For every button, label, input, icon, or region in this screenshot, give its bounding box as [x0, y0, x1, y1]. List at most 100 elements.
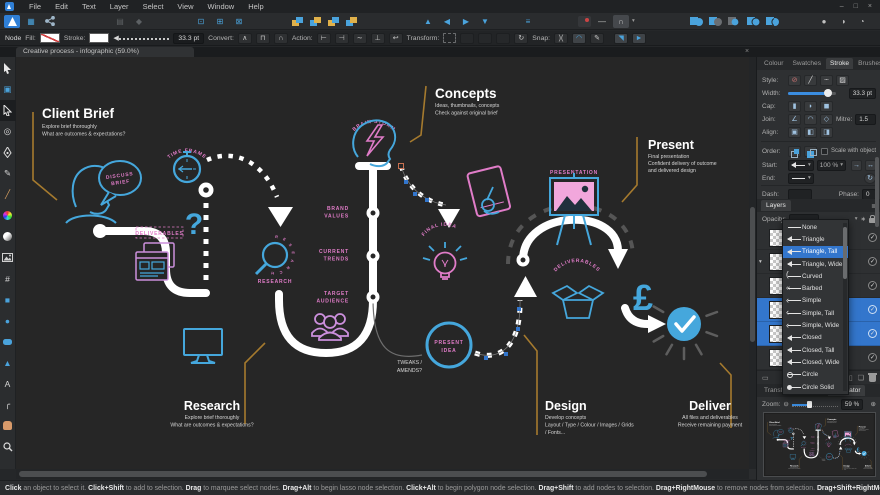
scale-with-object-checkbox[interactable]	[820, 147, 828, 155]
edit-all-layers-icon[interactable]: ▭	[762, 374, 769, 382]
cycle-selection-box-button[interactable]: ⊠	[231, 15, 247, 28]
align-inside-button[interactable]: ◧	[804, 126, 817, 138]
line-ending-option[interactable]: Circle	[783, 369, 848, 381]
line-ending-option[interactable]: Closed	[783, 332, 848, 344]
convert-smart-button[interactable]: ∩	[273, 32, 288, 44]
panel-tab[interactable]: Stroke	[826, 58, 854, 69]
canvas[interactable]: DISCUSS BRIEF ? DELIVERABLES TIME FRAME …	[16, 57, 749, 469]
action-smooth-curve-button[interactable]: ∼	[352, 32, 367, 44]
stroke-swatch[interactable]	[89, 33, 110, 43]
place-image-button[interactable]: ▤	[112, 15, 128, 28]
view-tool[interactable]	[0, 415, 16, 436]
action-close-curve-button[interactable]: ⊣	[334, 32, 349, 44]
line-ending-option[interactable]: Curved	[783, 270, 848, 282]
symbol-button[interactable]: ◆	[131, 15, 147, 28]
close-icon[interactable]: ×	[868, 3, 872, 10]
vertical-scrollbar[interactable]	[749, 57, 756, 469]
pixel-persona-button[interactable]: ▦	[23, 15, 39, 28]
action-reverse-curves-button[interactable]: ↩	[388, 32, 403, 44]
action-join-curves-button[interactable]: ⊥	[370, 32, 385, 44]
rounded-rectangle-tool[interactable]	[0, 331, 16, 352]
boolean-intersect-button[interactable]	[726, 15, 742, 28]
export-persona-button[interactable]	[42, 15, 58, 28]
snap-while-drawing-button[interactable]: ✎	[590, 32, 605, 44]
order-front-button[interactable]	[804, 145, 817, 158]
line-ending-option[interactable]: Closed, Tall	[783, 344, 848, 356]
zoom-slider[interactable]	[791, 400, 838, 408]
menu-item[interactable]: Help	[241, 2, 270, 11]
snapping-magnet-button[interactable]: ∩	[613, 14, 629, 28]
transform-mode-button[interactable]	[443, 33, 457, 43]
line-ending-option[interactable]: Barbed	[783, 282, 848, 294]
vertical-scrollbar-thumb[interactable]	[750, 207, 755, 342]
fill-swatch[interactable]	[39, 33, 60, 43]
stroke-width-value[interactable]: 33.3 pt	[173, 32, 205, 44]
rotate-selection-button[interactable]: ↻	[514, 32, 529, 44]
panel-tab[interactable]: Swatches	[788, 58, 825, 69]
swap-endings-button[interactable]: →	[851, 159, 862, 171]
vector-brush-tool[interactable]: ╱	[0, 184, 16, 205]
join-round-button[interactable]: ◠	[804, 113, 817, 125]
blend-gear-icon[interactable]: ∗	[861, 215, 866, 223]
align-centre-button[interactable]: ▣	[788, 126, 801, 138]
layer-visibility-checkbox[interactable]: ✓	[868, 305, 877, 314]
phase-value[interactable]: 0	[862, 188, 876, 200]
layers-tab[interactable]: Layers	[761, 200, 791, 211]
horizontal-scrollbar[interactable]	[16, 469, 749, 479]
menu-item[interactable]: Window	[201, 2, 242, 11]
convert-smooth-button[interactable]: ⊓	[255, 32, 270, 44]
layer-visibility-checkbox[interactable]: ✓	[868, 257, 877, 266]
enable-transform-origin-button[interactable]: ⊡	[193, 15, 209, 28]
cap-round-button[interactable]: ◗	[804, 100, 817, 112]
line-ending-option[interactable]: None	[783, 221, 848, 233]
join-miter-button[interactable]: ∠	[788, 113, 801, 125]
hide-selection-while-dragging-button[interactable]: ⊞	[212, 15, 228, 28]
action-break-curve-button[interactable]: ⊢	[316, 32, 331, 44]
line-ending-option[interactable]: Triangle, Tall	[783, 245, 848, 258]
insert-target-half-icon[interactable]: ◑	[835, 15, 851, 28]
fill-tool[interactable]	[0, 205, 16, 226]
snapping-options-caret[interactable]: ▾	[632, 18, 635, 24]
zoom-fit-icon[interactable]: ⊕	[871, 400, 876, 408]
insert-inside-button[interactable]	[326, 15, 341, 28]
minimize-icon[interactable]: –	[840, 3, 844, 10]
alignment-button[interactable]: ≡	[520, 15, 536, 28]
layer-visibility-checkbox[interactable]: ✓	[868, 281, 877, 290]
layer-visibility-checkbox[interactable]: ✓	[868, 353, 877, 362]
style-none-button[interactable]: ⊘	[788, 74, 801, 86]
construction-snap-button[interactable]: ◥	[614, 32, 629, 44]
line-ending-option[interactable]: Triangle	[783, 233, 848, 245]
menu-item[interactable]: Text	[75, 2, 103, 11]
align-outside-button[interactable]: ◨	[820, 126, 833, 138]
snap-to-geometry-button[interactable]: ◠	[572, 32, 587, 44]
width-value[interactable]: 33.3 pt	[848, 87, 876, 99]
style-brush-button[interactable]: ▨	[836, 74, 849, 86]
group-layers-icon[interactable]: ❏	[858, 374, 864, 382]
line-ending-option[interactable]: Simple, Tall	[783, 307, 848, 319]
cap-butt-button[interactable]: ▮	[788, 100, 801, 112]
node-tool[interactable]	[0, 100, 16, 121]
mitre-value[interactable]: 1.5	[855, 113, 876, 125]
line-ending-option[interactable]: Circle Solid	[783, 381, 848, 393]
pencil-tool[interactable]: ✎	[0, 163, 16, 184]
line-ending-option[interactable]: Triangle, Wide	[783, 258, 848, 270]
insert-on-top-button[interactable]	[344, 15, 359, 28]
move-forward-button[interactable]: ◀	[439, 15, 455, 28]
zoom-tool[interactable]	[0, 436, 16, 457]
contour-tool[interactable]: ◎	[0, 121, 16, 142]
horizontal-scrollbar-thumb[interactable]	[19, 471, 707, 477]
insert-target-quarter-icon[interactable]: ◔	[854, 15, 870, 28]
menu-item[interactable]: Layer	[103, 2, 136, 11]
line-ending-option[interactable]: Simple	[783, 295, 848, 307]
panel-tab[interactable]: Colour	[760, 58, 787, 69]
layers-scrollbar-thumb[interactable]	[875, 157, 879, 227]
cap-square-button[interactable]: ◼	[820, 100, 833, 112]
document-tab[interactable]: Creative process - infographic (59.0%)	[16, 47, 194, 57]
artistic-text-tool[interactable]: A	[0, 373, 16, 394]
line-ending-option[interactable]: Closed, Wide	[783, 356, 848, 368]
layer-visibility-checkbox[interactable]: ✓	[868, 329, 877, 338]
end-ending-dropdown[interactable]: ▾	[788, 172, 814, 184]
vector-crop-tool[interactable]: #	[0, 268, 16, 289]
style-solid-button[interactable]: ╱	[804, 74, 817, 86]
insert-target-full-icon[interactable]: ●	[816, 15, 832, 28]
